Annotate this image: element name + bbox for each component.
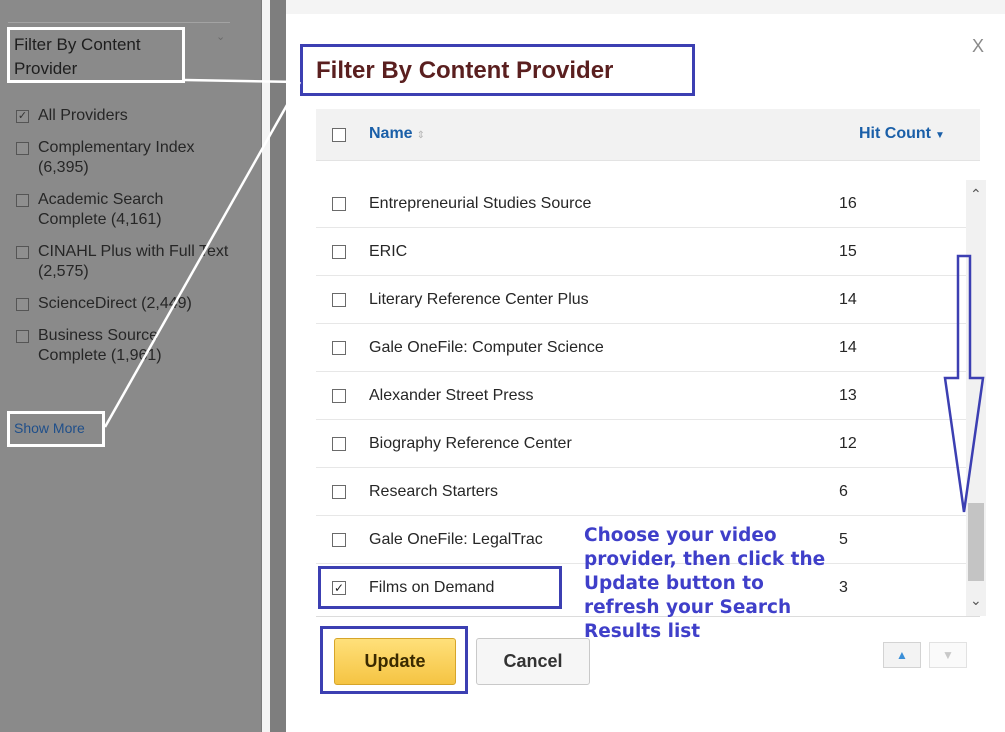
row-checkbox[interactable] (332, 389, 346, 403)
list-item[interactable]: Research Starters 6 (316, 468, 980, 516)
name-column-label: Name (369, 125, 413, 142)
list-item[interactable]: Entrepreneurial Studies Source 16 (316, 180, 980, 228)
provider-name: Research Starters (369, 483, 498, 500)
provider-name: ERIC (369, 243, 408, 260)
move-up-icon[interactable]: ▲ (883, 642, 921, 668)
hit-count: 6 (839, 483, 848, 500)
caret-down-icon: ▼ (934, 130, 945, 141)
sidebar-item-label: Business Source Complete (1,961) (38, 327, 162, 364)
list-item[interactable]: ERIC 15 (316, 228, 980, 276)
provider-name: Alexander Street Press (369, 387, 534, 404)
checkbox-icon[interactable] (16, 142, 29, 155)
annotation-line: Choose your video (584, 525, 777, 546)
select-all-checkbox[interactable] (332, 128, 346, 142)
sidebar-item-academic-search[interactable]: Academic Search Complete (4,161) (16, 190, 251, 230)
annotation-line: provider, then click the (584, 549, 826, 570)
list-item[interactable]: Alexander Street Press 13 (316, 372, 980, 420)
row-checkbox[interactable] (332, 245, 346, 259)
hit-count: 16 (839, 195, 857, 212)
sidebar-title: Filter By Content Provider (7, 27, 185, 83)
checkbox-icon[interactable] (16, 330, 29, 343)
instruction-annotation: Choose your video provider, then click t… (584, 524, 864, 644)
provider-name: Biography Reference Center (369, 435, 572, 452)
hit-count-column-label: Hit Count (859, 125, 931, 142)
annotation-line: refresh your Search (584, 597, 792, 618)
hit-count: 13 (839, 387, 857, 404)
annotation-line: Results list (584, 621, 701, 642)
table-header: Name ⇕ Hit Count ▼ (316, 109, 980, 161)
list-item[interactable]: Gale OneFile: Computer Science 14 (316, 324, 980, 372)
checkbox-icon[interactable] (16, 298, 29, 311)
hit-count: 15 (839, 243, 857, 260)
provider-name: Entrepreneurial Studies Source (369, 195, 592, 212)
list-item[interactable]: Biography Reference Center 12 (316, 420, 980, 468)
annotation-line: Update button to (584, 573, 764, 594)
update-button[interactable]: Update (334, 638, 456, 685)
sidebar-provider-list: ✓ All Providers Complementary Index (6,3… (16, 106, 251, 378)
sidebar-item-label: Complementary Index (6,395) (38, 139, 195, 176)
divider (8, 22, 230, 23)
provider-name: Gale OneFile: Computer Science (369, 339, 604, 356)
checkbox-icon[interactable] (16, 246, 29, 259)
chevron-down-icon[interactable]: ⌄ (216, 30, 225, 43)
show-more-link[interactable]: Show More (7, 411, 105, 447)
list-item[interactable]: Literary Reference Center Plus 14 (316, 276, 980, 324)
sort-icon: ⇕ (416, 130, 425, 141)
sidebar-item-label: Academic Search Complete (4,161) (38, 191, 164, 228)
sidebar-item-cinahl[interactable]: CINAHL Plus with Full Text (2,575) (16, 242, 251, 282)
sidebar-item-all-providers[interactable]: ✓ All Providers (16, 106, 251, 126)
provider-name: Literary Reference Center Plus (369, 291, 589, 308)
sidebar-item-complementary-index[interactable]: Complementary Index (6,395) (16, 138, 251, 178)
hit-count: 14 (839, 339, 857, 356)
row-checkbox[interactable] (332, 485, 346, 499)
checkbox-icon[interactable] (16, 194, 29, 207)
row-checkbox[interactable] (332, 293, 346, 307)
sidebar-item-label: ScienceDirect (2,449) (38, 295, 192, 312)
sidebar-item-label: CINAHL Plus with Full Text (2,575) (38, 243, 229, 280)
hit-count: 14 (839, 291, 857, 308)
provider-name: Gale OneFile: LegalTrac (369, 531, 543, 548)
checkbox-checked-icon[interactable]: ✓ (16, 110, 29, 123)
sidebar-item-business-source[interactable]: Business Source Complete (1,961) (16, 326, 251, 366)
hit-count-column-header[interactable]: Hit Count ▼ (859, 125, 945, 143)
sidebar-item-label: All Providers (38, 107, 128, 124)
sidebar-item-sciencedirect[interactable]: ScienceDirect (2,449) (16, 294, 251, 314)
row-checkbox[interactable] (332, 437, 346, 451)
highlight-films-on-demand (318, 566, 562, 609)
name-column-header[interactable]: Name ⇕ (369, 125, 425, 143)
modal-title: Filter By Content Provider (300, 44, 695, 96)
filter-sidebar: Filter By Content Provider ⌄ ✓ All Provi… (0, 0, 262, 732)
cancel-button[interactable]: Cancel (476, 638, 590, 685)
row-checkbox[interactable] (332, 533, 346, 547)
hit-count: 12 (839, 435, 857, 452)
scroll-up-icon[interactable]: ⌃ (970, 186, 982, 203)
filter-modal: X Filter By Content Provider Name ⇕ Hit C… (286, 14, 1005, 732)
row-checkbox[interactable] (332, 197, 346, 211)
row-checkbox[interactable] (332, 341, 346, 355)
scroll-down-arrow-icon (943, 254, 985, 513)
move-down-icon[interactable]: ▼ (929, 642, 967, 668)
scroll-down-icon[interactable]: ⌄ (970, 592, 982, 609)
overlay-gutter (270, 0, 286, 732)
close-icon[interactable]: X (972, 36, 984, 57)
